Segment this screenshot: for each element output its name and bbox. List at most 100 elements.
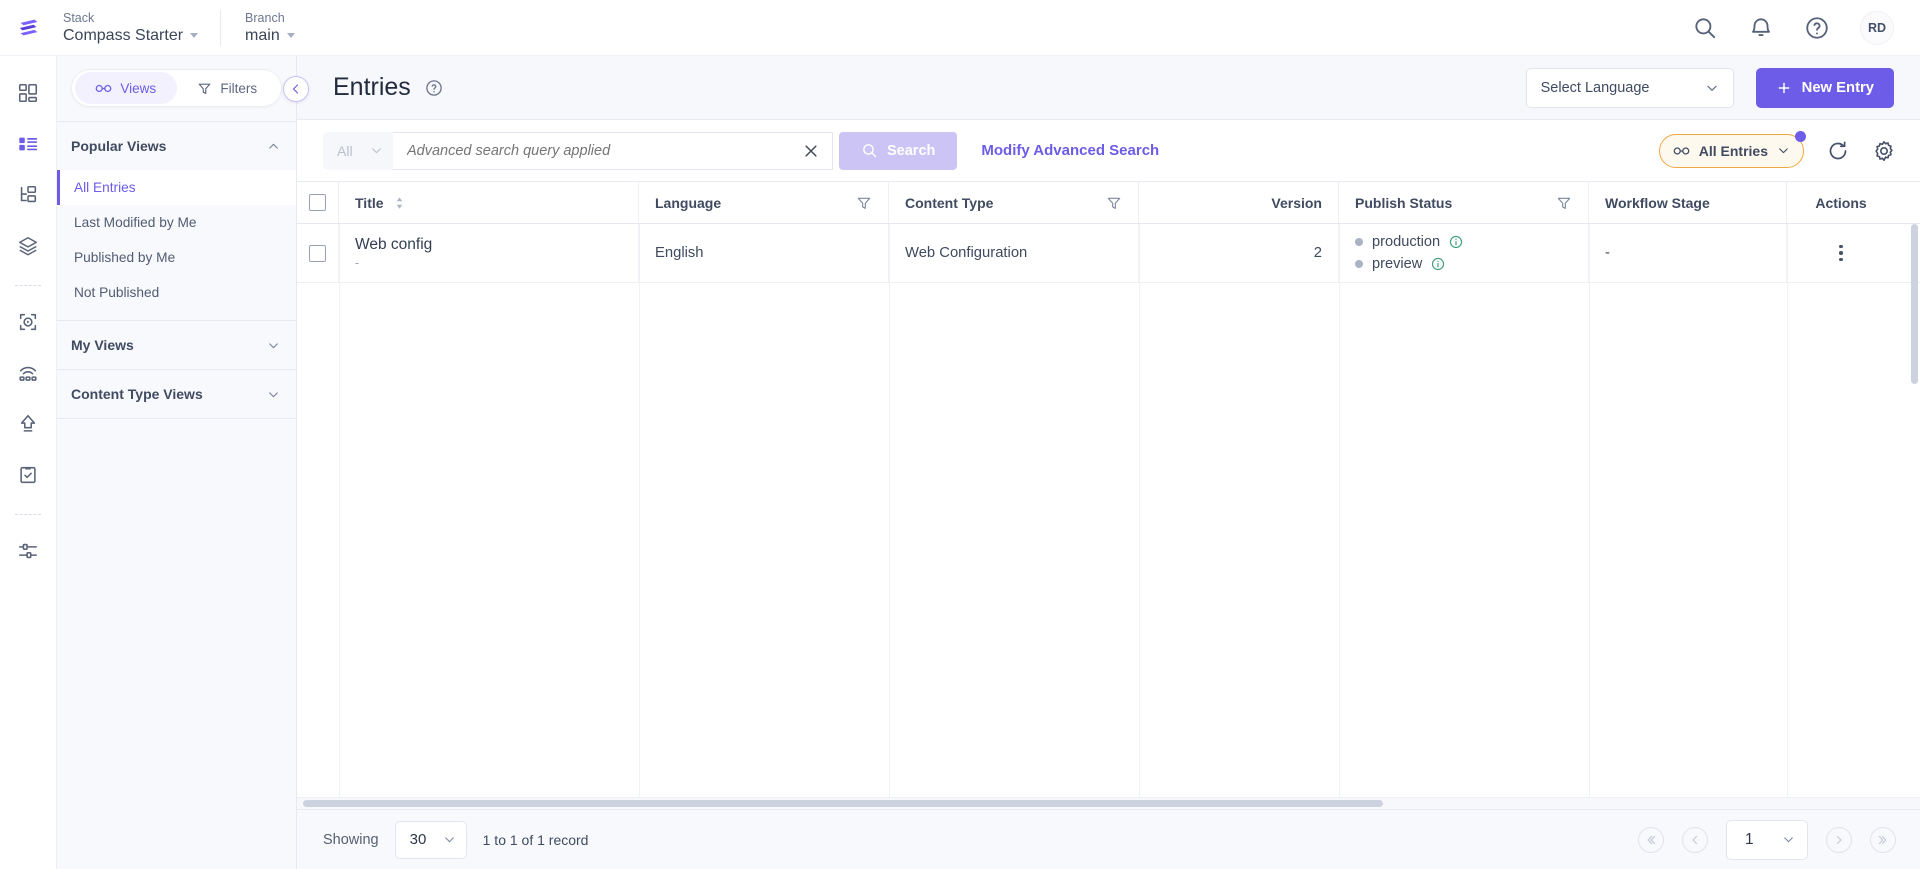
kebab-menu-icon[interactable] (1839, 244, 1843, 262)
info-circle-icon[interactable] (1431, 257, 1445, 271)
th-publish-status[interactable]: Publish Status (1339, 182, 1589, 223)
next-page-button[interactable] (1826, 826, 1852, 853)
question-circle-icon[interactable] (1804, 15, 1830, 41)
th-version-label: Version (1271, 194, 1322, 211)
page-title: Entries (333, 73, 411, 101)
question-circle-icon[interactable] (425, 79, 443, 97)
branch-selector[interactable]: Branch main (220, 9, 317, 46)
brand-logo[interactable] (0, 15, 57, 41)
collapse-sidebar-button[interactable] (283, 76, 309, 102)
sidebar-item-published-by-me[interactable]: Published by Me (57, 240, 296, 275)
rail-item-entries[interactable] (9, 125, 47, 163)
branch-value: main (245, 26, 295, 46)
table-row[interactable]: Web config - English Web Configuration 2 (297, 224, 1920, 283)
bell-icon[interactable] (1748, 15, 1774, 41)
previous-page-button[interactable] (1682, 826, 1708, 853)
modify-advanced-search-link[interactable]: Modify Advanced Search (981, 142, 1159, 159)
cell-workflow-stage: - (1589, 224, 1787, 282)
chevron-right-icon (1836, 835, 1842, 844)
search-button-label: Search (887, 142, 936, 159)
th-workflow-stage[interactable]: Workflow Stage (1589, 182, 1787, 223)
th-content-type[interactable]: Content Type (889, 182, 1139, 223)
chevron-down-icon (1779, 148, 1788, 154)
new-entry-button[interactable]: New Entry (1755, 67, 1894, 108)
rail-item-content-types[interactable] (9, 176, 47, 214)
gear-icon[interactable] (1872, 139, 1896, 163)
sidebar-section-title: My Views (71, 337, 134, 353)
table-vertical-scrollbar[interactable] (1911, 224, 1918, 384)
search-input-wrap (393, 131, 833, 170)
table-header-row: Title Language Content Type Version Publ… (297, 182, 1920, 224)
sidebar-section-header-popular-views[interactable]: Popular Views (57, 122, 296, 170)
chevron-down-icon (286, 33, 295, 38)
cell-title[interactable]: Web config - (339, 224, 639, 282)
chevron-down-icon (1706, 85, 1717, 91)
publish-status-item: preview (1355, 256, 1463, 272)
search-scope-dropdown[interactable]: All (323, 131, 393, 170)
th-language[interactable]: Language (639, 182, 889, 223)
table-horizontal-scrollbar-track (297, 797, 1920, 809)
tab-filters[interactable]: Filters (177, 72, 279, 104)
rail-item-assets[interactable] (9, 227, 47, 265)
rail-item-dashboard[interactable] (9, 74, 47, 112)
funnel-icon (199, 83, 211, 94)
rail-item-releases[interactable] (9, 405, 47, 443)
sidebar-item-not-published[interactable]: Not Published (57, 275, 296, 310)
rail-item-workflows[interactable] (9, 456, 47, 494)
th-actions-label: Actions (1815, 194, 1867, 211)
search-scope-value: All (337, 142, 353, 159)
sidebar-item-all-entries[interactable]: All Entries (57, 170, 296, 205)
sidebar-item-last-modified-by-me[interactable]: Last Modified by Me (57, 205, 296, 240)
sidebar-section-header-content-type-views[interactable]: Content Type Views (57, 370, 296, 418)
funnel-icon[interactable] (856, 195, 872, 211)
double-chevron-left-icon (1647, 835, 1656, 844)
last-page-button[interactable] (1870, 826, 1896, 853)
app-root: Stack Compass Starter Branch main RD Vie… (0, 0, 1920, 869)
top-bar-actions: RD (1692, 10, 1920, 45)
rail-item-media[interactable] (9, 303, 47, 341)
publish-status-item: production (1355, 234, 1463, 250)
tab-views[interactable]: Views (75, 72, 177, 104)
sidebar-section-popular-views: Popular Views All Entries Last Modified … (57, 121, 296, 321)
search-button[interactable]: Search (839, 131, 958, 170)
sidebar-item-label: Not Published (74, 285, 160, 300)
info-circle-icon[interactable] (1449, 235, 1463, 249)
workflow-clipboard-icon (20, 466, 36, 484)
funnel-icon[interactable] (1556, 195, 1572, 211)
language-select[interactable]: Select Language (1525, 67, 1734, 108)
select-all-checkbox[interactable] (309, 194, 326, 211)
app-body: Views Filters Popular Views All Entries … (0, 56, 1920, 869)
th-title[interactable]: Title (339, 182, 639, 223)
search-input[interactable] (407, 142, 802, 159)
avatar[interactable]: RD (1860, 10, 1894, 45)
th-version[interactable]: Version (1139, 182, 1339, 223)
chevron-down-icon (190, 33, 199, 38)
page-number-select[interactable]: 1 (1726, 819, 1808, 860)
cell-version: 2 (1139, 224, 1339, 282)
sidebar-section-title: Popular Views (71, 138, 167, 154)
stack-selector[interactable]: Stack Compass Starter (63, 10, 220, 46)
search-icon[interactable] (1692, 15, 1718, 41)
live-preview-icon (19, 366, 37, 381)
status-dot (1355, 238, 1363, 246)
plus-icon (1778, 82, 1790, 93)
rail-item-live-preview[interactable] (9, 354, 47, 392)
entries-table: Title Language Content Type Version Publ… (297, 182, 1920, 797)
new-entry-label: New Entry (1801, 79, 1874, 96)
th-actions: Actions (1787, 182, 1895, 223)
chevron-down-icon (1784, 837, 1793, 843)
page-size-select[interactable]: 30 (394, 820, 467, 859)
glasses-icon (1673, 146, 1690, 155)
sort-arrows-icon[interactable] (394, 196, 405, 210)
table-horizontal-scrollbar-thumb[interactable] (303, 800, 1383, 807)
funnel-icon[interactable] (1106, 195, 1122, 211)
close-x-icon[interactable] (802, 142, 820, 160)
first-page-button[interactable] (1638, 826, 1664, 853)
rail-item-settings[interactable] (9, 532, 47, 570)
sidebar-section-header-my-views[interactable]: My Views (57, 321, 296, 369)
refresh-icon[interactable] (1826, 139, 1850, 163)
active-view-pill[interactable]: All Entries (1658, 130, 1806, 168)
row-checkbox[interactable] (309, 244, 326, 262)
rail-divider (15, 514, 41, 515)
cell-content-type: Web Configuration (889, 224, 1139, 282)
